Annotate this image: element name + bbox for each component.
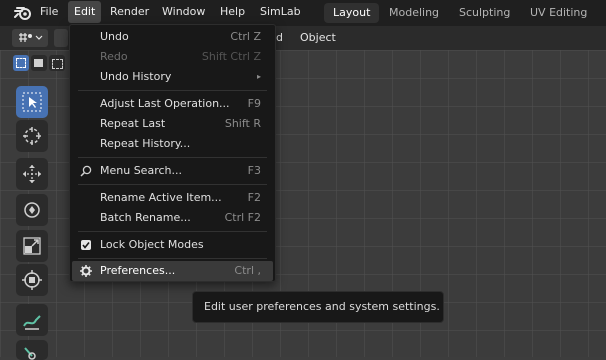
tab-modeling[interactable]: Modeling xyxy=(380,3,448,23)
menu-item-undo-history[interactable]: Undo History ▸ xyxy=(72,67,273,87)
rotate-icon xyxy=(24,202,40,218)
editor-type-icon xyxy=(19,33,43,42)
menu-divider xyxy=(78,157,267,158)
gear-icon xyxy=(80,265,92,277)
menu-item-label: Repeat Last xyxy=(100,117,166,130)
menu-item-batch-rename[interactable]: Batch Rename... Ctrl F2 xyxy=(72,208,273,228)
menu-render[interactable]: Render xyxy=(104,0,155,24)
blender-logo-icon[interactable] xyxy=(14,5,32,21)
mode-selector-button[interactable] xyxy=(54,29,68,47)
menu-item-label: Adjust Last Operation... xyxy=(100,97,230,110)
menu-item-shortcut: F9 xyxy=(247,97,261,110)
menu-divider xyxy=(78,258,267,259)
menu-window[interactable]: Window xyxy=(156,0,211,24)
tab-sculpting[interactable]: Sculpting xyxy=(450,3,519,23)
transform-icon xyxy=(22,270,42,290)
menu-item-label: Undo xyxy=(100,30,129,43)
tool-cursor[interactable] xyxy=(16,120,48,152)
menu-item-shortcut: F3 xyxy=(247,164,261,177)
menu-item-shortcut: Shift Ctrl Z xyxy=(201,50,261,63)
scale-icon xyxy=(23,237,41,255)
menu-item-undo[interactable]: Undo Ctrl Z xyxy=(72,27,273,47)
menu-item-rename-active-item[interactable]: Rename Active Item... F2 xyxy=(72,188,273,208)
menu-simlab[interactable]: SimLab xyxy=(254,0,307,24)
menu-item-repeat-history[interactable]: Repeat History... xyxy=(72,134,273,154)
top-menu-bar: File Edit Render Window Help SimLab Layo… xyxy=(0,0,606,26)
menu-divider xyxy=(78,90,267,91)
tool-annotate[interactable] xyxy=(16,304,48,336)
tool-move[interactable] xyxy=(16,158,48,190)
menu-help[interactable]: Help xyxy=(214,0,251,24)
menu-item-label: Preferences... xyxy=(100,264,176,277)
menu-item-label: Redo xyxy=(100,50,128,63)
menu-item-shortcut: Ctrl Z xyxy=(230,30,261,43)
editor-type-button[interactable] xyxy=(12,29,48,47)
tool-select-box[interactable] xyxy=(16,86,48,118)
menu-item-label: Undo History xyxy=(100,70,172,83)
tool-rotate[interactable] xyxy=(16,194,48,226)
menu-item-adjust-last-operation[interactable]: Adjust Last Operation... F9 xyxy=(72,94,273,114)
select-box-icon xyxy=(22,92,42,112)
menu-item-label: Repeat History... xyxy=(100,137,191,150)
menu-item-label: Menu Search... xyxy=(100,164,182,177)
menu-item-shortcut: Ctrl F2 xyxy=(224,211,261,224)
menu-divider xyxy=(78,231,267,232)
measure-icon xyxy=(24,347,36,360)
tab-layout[interactable]: Layout xyxy=(324,3,380,23)
tooltip-text: Edit user preferences and system setting… xyxy=(204,300,440,313)
annotate-icon xyxy=(23,315,41,330)
tool-measure[interactable] xyxy=(16,340,48,360)
tool-shelf xyxy=(10,58,56,360)
tool-scale[interactable] xyxy=(16,230,48,262)
edit-menu-dropdown: Undo Ctrl Z Redo Shift Ctrl Z Undo Histo… xyxy=(69,24,276,282)
cursor-icon xyxy=(23,127,41,145)
menu-item-label: Batch Rename... xyxy=(100,211,191,224)
menu-item-shortcut: F2 xyxy=(247,191,261,204)
menu-item-repeat-last[interactable]: Repeat Last Shift R xyxy=(72,114,273,134)
menu-item-lock-object-modes[interactable]: Lock Object Modes xyxy=(72,235,273,255)
menu-item-shortcut: Shift R xyxy=(224,117,261,130)
menu-object[interactable]: Object xyxy=(300,26,336,50)
tab-uv-editing[interactable]: UV Editing xyxy=(521,3,596,23)
menu-item-label: Rename Active Item... xyxy=(100,191,222,204)
tooltip: Edit user preferences and system setting… xyxy=(192,291,444,323)
submenu-arrow-icon: ▸ xyxy=(256,72,261,81)
move-icon xyxy=(23,165,41,183)
menu-item-label: Lock Object Modes xyxy=(100,238,204,251)
menu-item-shortcut: Ctrl , xyxy=(234,264,261,277)
menu-item-redo[interactable]: Redo Shift Ctrl Z xyxy=(72,47,273,67)
menu-edit[interactable]: Edit xyxy=(68,1,102,23)
menu-file[interactable]: File xyxy=(34,0,64,24)
checkbox-checked-icon[interactable] xyxy=(80,239,92,251)
menu-divider xyxy=(78,184,267,185)
tool-transform[interactable] xyxy=(16,264,48,296)
menu-item-preferences[interactable]: Preferences... Ctrl , xyxy=(72,261,273,281)
search-icon xyxy=(80,165,92,177)
menu-item-menu-search[interactable]: Menu Search... F3 xyxy=(72,161,273,181)
